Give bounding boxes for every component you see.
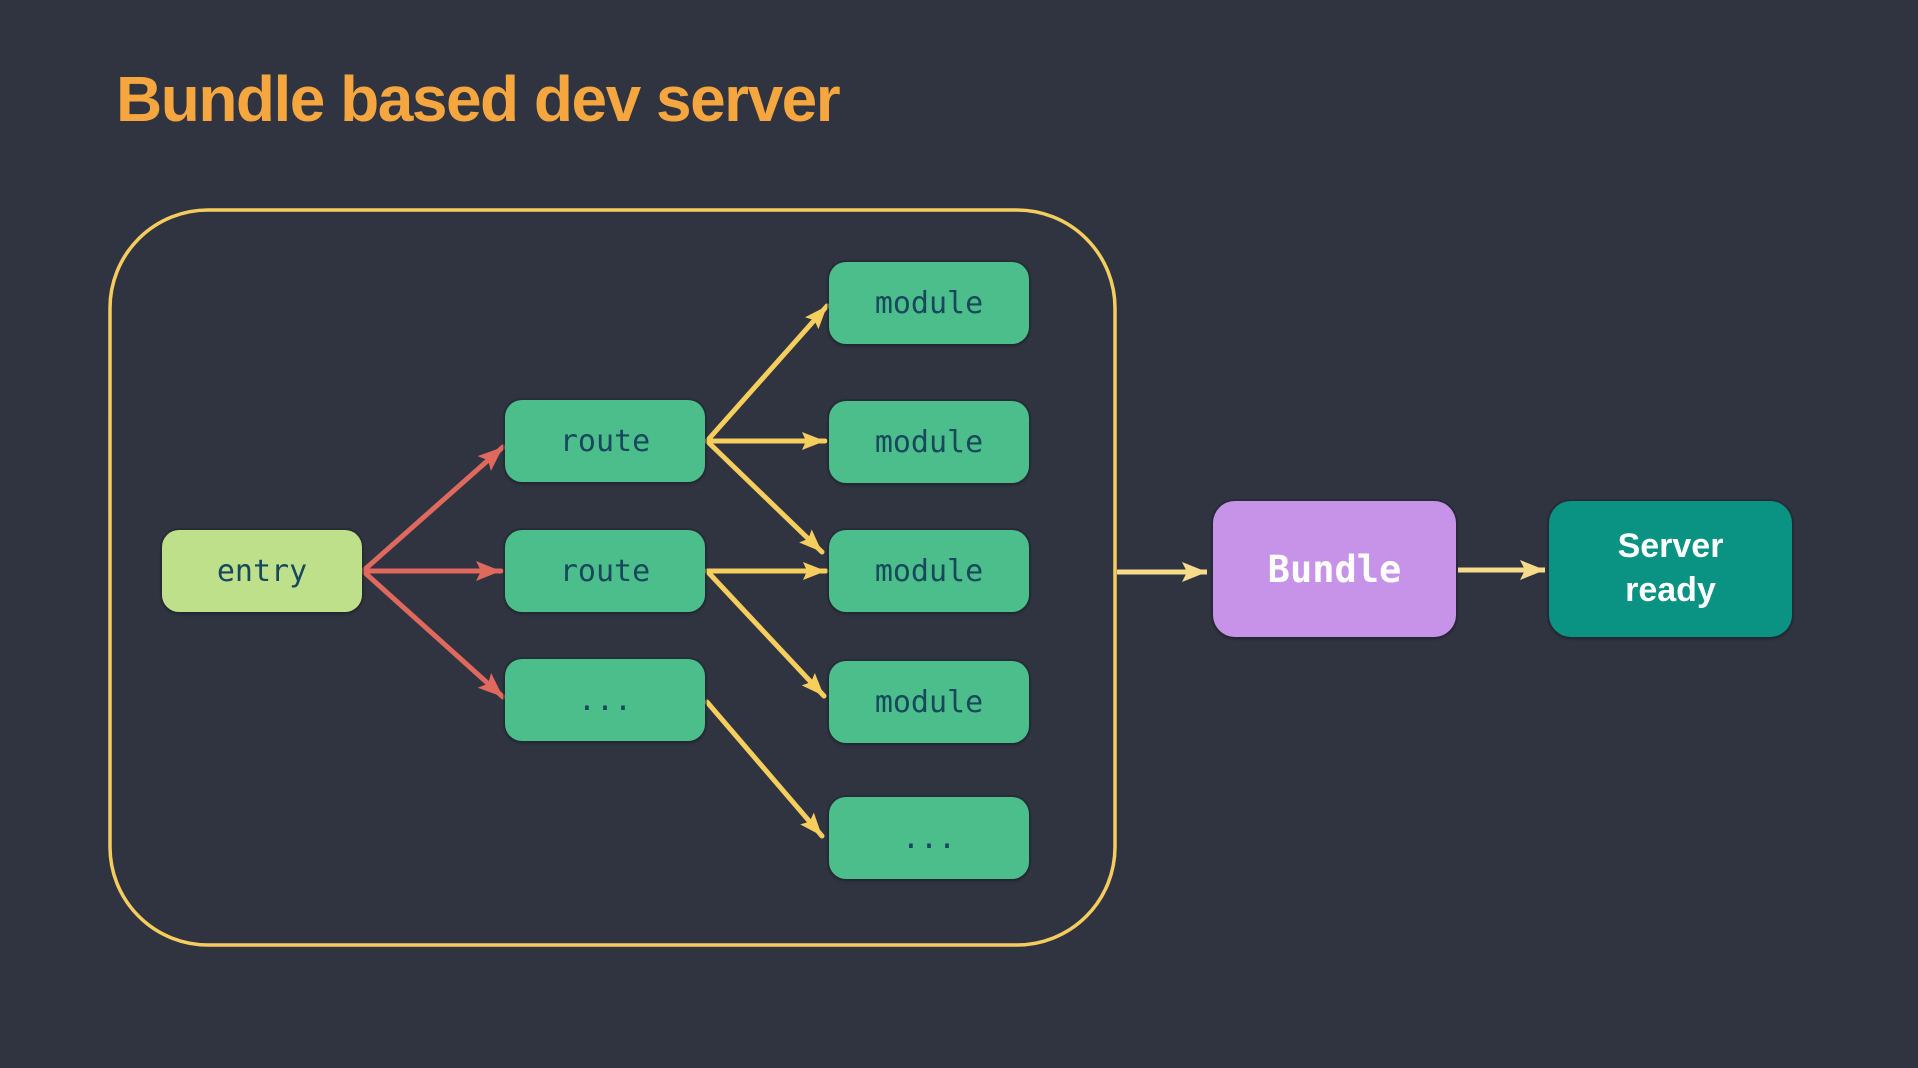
server-ready-node: Server ready xyxy=(1549,501,1792,637)
arrow-route-1-to-module-1 xyxy=(707,306,827,441)
module-more-node-label: ... xyxy=(902,821,956,856)
route-1-node: route xyxy=(505,400,705,482)
slide-canvas: Bundle based dev server xyxy=(0,0,1918,1068)
module-1-node: module xyxy=(829,262,1029,344)
arrow-route-1-to-module-3 xyxy=(707,441,822,552)
module-2-node: module xyxy=(829,401,1029,483)
arrow-entry-to-route-1 xyxy=(363,447,503,571)
route-more-node-label: ... xyxy=(578,683,632,718)
module-3-node: module xyxy=(829,530,1029,612)
module-4-node: module xyxy=(829,661,1029,743)
arrow-route-more-to-module-more xyxy=(707,702,822,836)
module-2-node-label: module xyxy=(875,425,983,460)
module-4-node-label: module xyxy=(875,685,983,720)
bundle-node: Bundle xyxy=(1213,501,1456,637)
entry-node-label: entry xyxy=(217,554,307,589)
route-more-node: ... xyxy=(505,659,705,741)
module-1-node-label: module xyxy=(875,286,983,321)
route-2-node: route xyxy=(505,530,705,612)
module-3-node-label: module xyxy=(875,554,983,589)
route-1-node-label: route xyxy=(560,424,650,459)
module-more-node: ... xyxy=(829,797,1029,879)
server-ready-node-label: Server ready xyxy=(1591,525,1751,612)
arrow-entry-to-route-more xyxy=(363,571,503,697)
route-2-node-label: route xyxy=(560,554,650,589)
bundle-node-label: Bundle xyxy=(1268,548,1402,591)
arrow-route-2-to-module-4 xyxy=(707,571,824,696)
entry-node: entry xyxy=(162,530,362,612)
